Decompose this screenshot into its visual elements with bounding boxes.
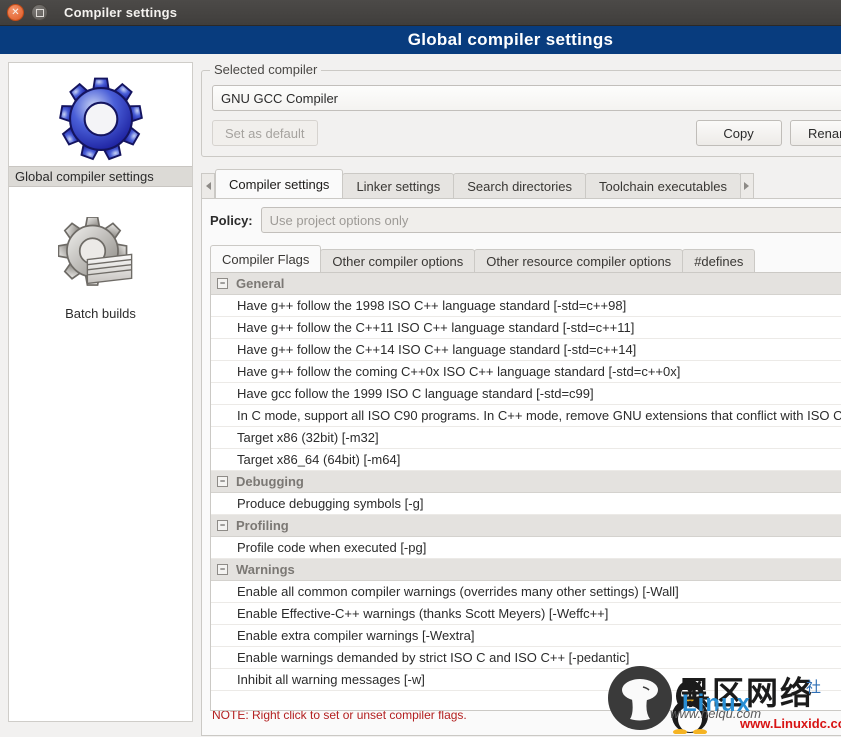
compiler-flags-listwrap: − General Have g++ follow the 1998 ISO C++… [210,272,841,711]
flag-label: Have gcc follow the 1999 ISO C language … [211,383,841,404]
flag-label: Inhibit all warning messages [-w] [211,669,841,690]
copy-button[interactable]: Copy [695,120,782,146]
policy-label: Policy: [210,212,253,228]
flag-group-label: General [236,276,285,291]
flag-group-label: Profiling [236,518,289,533]
flag-label: Enable Effective-C++ warnings (thanks Sc… [211,603,841,624]
dialog-body: Global compiler settings Batch builds Se… [0,54,841,736]
subtab-other-resource-compiler-options[interactable]: Other resource compiler options [474,249,684,273]
flag-row[interactable]: Profile code when executed [-pg] [211,537,841,559]
flag-row[interactable]: Have g++ follow the 1998 ISO C++ languag… [211,295,841,317]
tab-compiler-settings[interactable]: Compiler settings [215,169,344,199]
flag-group-header[interactable]: − Debugging [211,471,841,493]
flag-row[interactable]: Have g++ follow the C++11 ISO C++ langua… [211,317,841,339]
tab-linker-settings[interactable]: Linker settings [342,173,455,199]
window-title: Compiler settings [64,5,178,20]
sidebar-item-label: Batch builds [65,306,136,321]
chevron-left-icon[interactable] [201,173,215,199]
flags-note-bar: NOTE: Right click to set or unset compil… [210,711,841,727]
flag-row[interactable]: Target x86 (32bit) [-m32] [211,427,841,449]
tab-toolchain-executables[interactable]: Toolchain executables [585,173,741,199]
flag-label: Have g++ follow the coming C++0x ISO C++… [211,361,841,382]
flag-label: Target x86 (32bit) [-m32] [211,427,841,448]
collapse-icon[interactable]: − [217,278,228,289]
flags-note: NOTE: Right click to set or unset compil… [212,711,467,722]
flag-group-label: Warnings [236,562,295,577]
flag-row[interactable]: Enable all common compiler warnings (ove… [211,581,841,603]
sidebar-item-batch-builds[interactable]: Batch builds [9,209,192,323]
subtab-defines[interactable]: #defines [682,249,756,273]
flag-label: Have g++ follow the 1998 ISO C++ languag… [211,295,841,316]
set-as-default-button[interactable]: Set as default [212,120,318,146]
subtab-compiler-flags[interactable]: Compiler Flags [210,245,322,273]
flag-row[interactable]: Have g++ follow the coming C++0x ISO C++… [211,361,841,383]
compiler-settings-panel: Policy: Use project options only Compile… [201,198,841,736]
maximize-icon[interactable] [31,4,48,21]
collapse-icon[interactable]: − [217,564,228,575]
selected-compiler-legend: Selected compiler [210,62,322,77]
flag-label: Target x86_64 (64bit) [-m64] [211,449,841,470]
flag-group-header[interactable]: − General [211,273,841,295]
sidebar-item-global-compiler-settings[interactable]: Global compiler settings [9,71,192,187]
compiler-select[interactable]: GNU GCC Compiler [212,85,841,111]
flag-label: Have g++ follow the C++14 ISO C++ langua… [211,339,841,360]
tab-search-directories[interactable]: Search directories [453,173,587,199]
window-titlebar: ✕ Compiler settings [0,0,841,26]
compiler-select-value: GNU GCC Compiler [221,90,339,106]
page-title: Global compiler settings [407,30,614,49]
flag-label: Produce debugging symbols [-g] [211,493,841,514]
flag-label: Enable extra compiler warnings [-Wextra] [211,625,841,646]
flag-row[interactable]: Produce debugging symbols [-g] [211,493,841,515]
flag-row[interactable]: Enable warnings demanded by strict ISO C… [211,647,841,669]
subtab-other-compiler-options[interactable]: Other compiler options [320,249,476,273]
blue-gear-icon [58,71,144,166]
flag-row[interactable]: Target x86_64 (64bit) [-m64] [211,449,841,471]
policy-row: Policy: Use project options only [210,207,841,233]
flag-label: Have g++ follow the C++11 ISO C++ langua… [211,317,841,338]
policy-select[interactable]: Use project options only [260,207,841,233]
flag-label: Enable warnings demanded by strict ISO C… [211,647,841,668]
flag-group-label: Debugging [236,474,304,489]
policy-select-value: Use project options only [269,212,409,228]
sub-tabbar: Compiler Flags Other compiler options Ot… [210,245,841,273]
page-header: Global compiler settings [0,26,841,54]
flag-row[interactable]: Inhibit all warning messages [-w] [211,669,841,691]
content-pane: Selected compiler GNU GCC Compiler Set a… [193,54,841,736]
flag-row[interactable]: In C mode, support all ISO C90 programs.… [211,405,841,427]
collapse-icon[interactable]: − [217,476,228,487]
compiler-flags-list[interactable]: − General Have g++ follow the 1998 ISO C++… [210,272,841,711]
flag-label: Enable all common compiler warnings (ove… [211,581,841,602]
flag-row[interactable]: Enable Effective-C++ warnings (thanks Sc… [211,603,841,625]
flag-label: Profile code when executed [-pg] [211,537,841,558]
flag-group-header[interactable]: − Warnings [211,559,841,581]
selected-compiler-group: Selected compiler GNU GCC Compiler Set a… [201,62,841,157]
sidebar: Global compiler settings Batch builds [8,62,193,722]
flag-row[interactable]: Have g++ follow the C++14 ISO C++ langua… [211,339,841,361]
gray-gear-stack-icon [57,209,144,304]
flag-group-header[interactable]: − Profiling [211,515,841,537]
main-tabbar: Compiler settings Linker settings Search… [201,169,841,199]
flag-row[interactable]: Have gcc follow the 1999 ISO C language … [211,383,841,405]
chevron-right-icon[interactable] [739,173,754,199]
flag-row[interactable]: Enable extra compiler warnings [-Wextra] [211,625,841,647]
close-icon[interactable]: ✕ [7,4,24,21]
rename-button[interactable]: Rename [789,120,841,146]
collapse-icon[interactable]: − [217,520,228,531]
compiler-actions: Set as default Copy Rename Delete Reset … [212,120,841,146]
sidebar-item-label: Global compiler settings [9,166,192,187]
flag-label: In C mode, support all ISO C90 programs.… [211,405,841,426]
